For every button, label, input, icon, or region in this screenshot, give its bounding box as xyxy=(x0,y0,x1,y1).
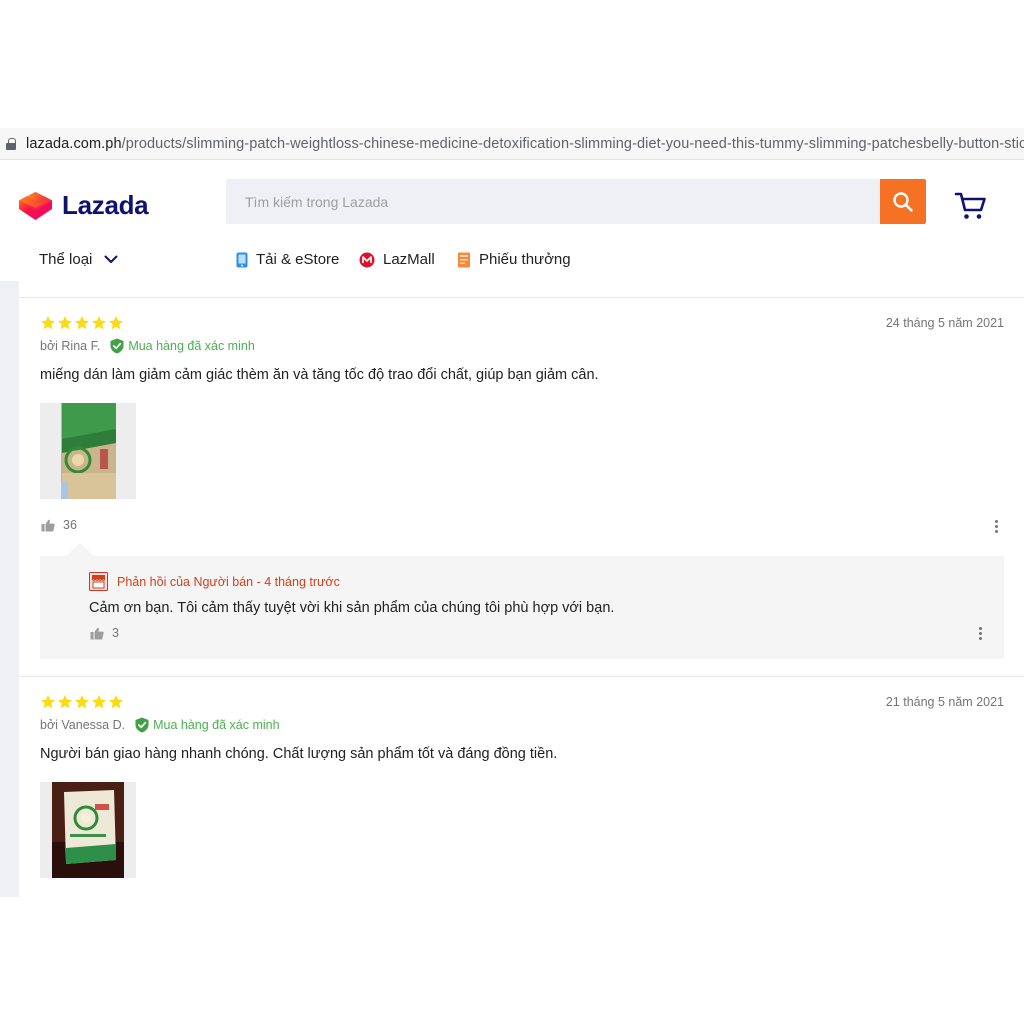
divider xyxy=(19,676,1024,677)
seller-reply-text: Cảm ơn bạn. Tôi cảm thấy tuyệt vời khi s… xyxy=(89,600,615,616)
verified-label: Mua hàng đã xác minh xyxy=(153,718,280,732)
seller-reply-title: Phản hồi của Người bán - 4 tháng trước xyxy=(117,574,340,589)
nav-item-label: LazMall xyxy=(383,251,435,268)
author-name: bởi Vanessa D. xyxy=(40,718,126,732)
verified-shield-icon xyxy=(110,338,124,354)
divider xyxy=(19,297,1024,298)
lazmall-icon xyxy=(359,252,375,267)
verified-badge: Mua hàng đã xác minh xyxy=(110,338,255,354)
star-icon xyxy=(92,695,106,709)
review-item: 21 tháng 5 năm 2021 bởi Vanessa D. Mua h… xyxy=(40,694,1004,884)
lock-icon xyxy=(6,137,16,150)
more-options-icon[interactable] xyxy=(978,627,982,640)
url-text[interactable]: lazada.com.ph/products/slimming-patch-we… xyxy=(26,136,1024,152)
verified-label: Mua hàng đã xác minh xyxy=(128,339,255,353)
lazada-logo[interactable]: Lazada xyxy=(18,190,149,221)
cart-icon xyxy=(954,192,986,219)
thumbs-up-icon xyxy=(41,519,55,531)
star-icon xyxy=(92,316,106,330)
rating-stars xyxy=(40,694,124,710)
product-photo xyxy=(40,403,136,499)
review-item: 24 tháng 5 năm 2021 bởi Rina F. Mua hàng… xyxy=(40,315,1004,545)
category-dropdown[interactable]: Thể loại xyxy=(39,251,118,268)
url-domain: lazada.com.ph xyxy=(26,135,122,152)
reply-pointer xyxy=(66,543,94,556)
star-icon xyxy=(58,316,72,330)
url-path: /products/slimming-patch-weightloss-chin… xyxy=(121,135,1024,152)
like-count: 36 xyxy=(63,518,77,532)
search-icon xyxy=(893,191,913,212)
rating-stars xyxy=(40,315,124,331)
thumbs-up-icon xyxy=(90,627,104,639)
verified-badge: Mua hàng đã xác minh xyxy=(135,717,280,733)
lazada-heart-icon xyxy=(19,191,52,220)
star-icon xyxy=(41,695,55,709)
seller-store-icon xyxy=(89,572,108,591)
seller-reply-header: Phản hồi của Người bán - 4 tháng trước xyxy=(89,572,340,591)
nav-item-label: Tải & eStore xyxy=(256,251,340,268)
nav-item-app-estore[interactable]: Tải & eStore xyxy=(236,251,339,268)
review-author: bởi Vanessa D. Mua hàng đã xác minh xyxy=(40,717,280,733)
star-icon xyxy=(109,316,123,330)
search-button[interactable] xyxy=(880,179,926,224)
star-icon xyxy=(75,695,89,709)
left-gutter xyxy=(0,281,19,897)
review-date: 21 tháng 5 năm 2021 xyxy=(885,695,1004,709)
reply-like-button[interactable]: 3 xyxy=(90,626,119,640)
logo-text: Lazada xyxy=(62,190,149,220)
review-author: bởi Rina F. Mua hàng đã xác minh xyxy=(40,338,255,354)
nav-item-label: Phiếu thưởng xyxy=(479,251,571,268)
like-button[interactable]: 36 xyxy=(41,518,77,532)
category-label: Thể loại xyxy=(39,251,93,268)
cart-button[interactable] xyxy=(954,191,988,226)
site-header: Lazada xyxy=(0,161,1024,241)
review-text: miếng dán làm giảm cảm giác thèm ăn và t… xyxy=(40,367,599,383)
more-options-icon[interactable] xyxy=(994,520,998,533)
star-icon xyxy=(58,695,72,709)
voucher-icon xyxy=(458,252,470,267)
review-image[interactable] xyxy=(40,782,136,878)
star-icon xyxy=(75,316,89,330)
category-nav: Thể loại Tải & eStore LazMall Phiếu thưở… xyxy=(0,241,1024,281)
product-photo xyxy=(40,782,136,878)
page: lazada.com.ph/products/slimming-patch-we… xyxy=(0,0,1024,1024)
star-icon xyxy=(109,695,123,709)
nav-item-voucher[interactable]: Phiếu thưởng xyxy=(457,251,571,268)
chevron-down-icon xyxy=(104,255,118,263)
phone-app-icon xyxy=(236,252,248,267)
star-icon xyxy=(41,316,55,330)
review-text: Người bán giao hàng nhanh chóng. Chất lư… xyxy=(40,746,558,762)
seller-reply: Phản hồi của Người bán - 4 tháng trước C… xyxy=(40,556,1004,659)
browser-address-bar[interactable]: lazada.com.ph/products/slimming-patch-we… xyxy=(0,128,1024,160)
author-name: bởi Rina F. xyxy=(40,339,101,353)
search-input[interactable] xyxy=(226,179,880,224)
nav-item-lazmall[interactable]: LazMall xyxy=(359,251,435,268)
reply-like-count: 3 xyxy=(112,626,119,640)
search-bar xyxy=(226,179,880,224)
review-image[interactable] xyxy=(40,403,136,499)
review-date: 24 tháng 5 năm 2021 xyxy=(885,316,1004,330)
verified-shield-icon xyxy=(135,717,149,733)
